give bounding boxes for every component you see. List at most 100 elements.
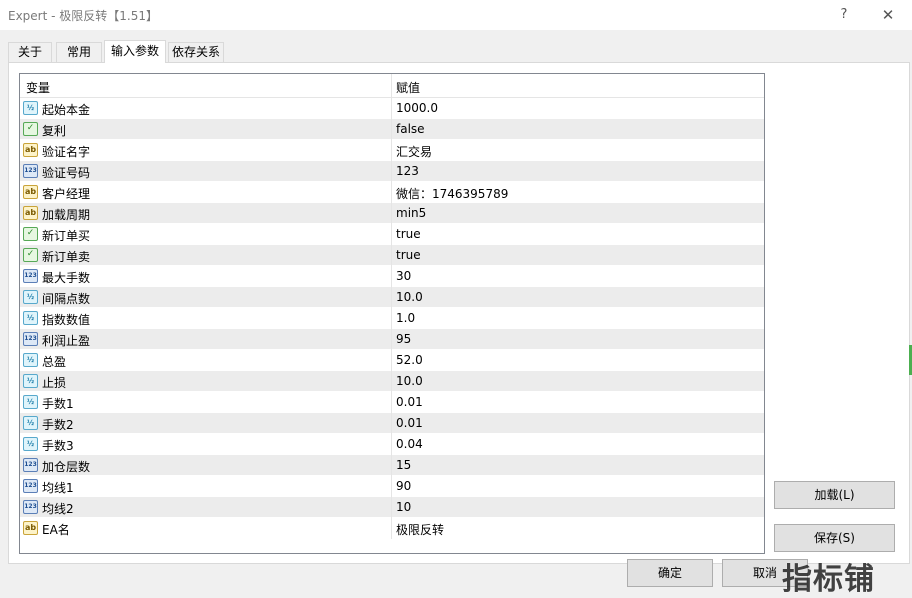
column-divider <box>391 518 392 539</box>
parameter-name: 指数数值 <box>42 313 91 327</box>
parameter-name: 总盈 <box>42 355 67 369</box>
close-icon[interactable]: ✕ <box>876 4 900 26</box>
string-type-icon: ab <box>23 143 38 157</box>
double-type-icon: ½ <box>23 395 38 409</box>
string-type-icon: ab <box>23 206 38 220</box>
parameter-value[interactable]: 0.01 <box>396 395 423 409</box>
int-type-icon: 123 <box>23 332 38 346</box>
parameter-row[interactable]: ✓ 复利 false <box>20 119 764 140</box>
header-divider[interactable] <box>391 74 392 98</box>
parameter-value[interactable]: false <box>396 122 425 136</box>
watermark-logo: 指标铺 <box>782 562 875 597</box>
parameter-name: 利润止盈 <box>42 334 91 348</box>
parameter-row[interactable]: 123 利润止盈 95 <box>20 329 764 350</box>
column-divider <box>391 182 392 203</box>
parameter-name: 起始本金 <box>42 103 91 117</box>
help-icon[interactable]: ? <box>832 4 856 26</box>
grid-header: 变量 赋值 <box>20 74 764 98</box>
parameter-row[interactable]: 123 均线1 90 <box>20 476 764 497</box>
parameter-row[interactable]: 123 均线2 10 <box>20 497 764 518</box>
column-divider <box>391 413 392 434</box>
parameter-row[interactable]: ½ 止损 10.0 <box>20 371 764 392</box>
parameter-row[interactable]: ✓ 新订单买 true <box>20 224 764 245</box>
parameter-name: 手数3 <box>42 439 74 453</box>
parameter-value[interactable]: 15 <box>396 458 411 472</box>
tab-inputs[interactable]: 输入参数 <box>104 40 166 63</box>
parameter-row[interactable]: ab 客户经理 微信：1746395789 <box>20 182 764 203</box>
grid-rows: ½ 起始本金 1000.0 ✓ 复利 false ab 验证名字 汇交易 123 验证号码 123 ab… <box>20 98 764 539</box>
parameter-row[interactable]: ½ 总盈 52.0 <box>20 350 764 371</box>
parameter-value[interactable]: 0.04 <box>396 437 423 451</box>
tab-dependencies[interactable]: 依存关系 <box>168 42 224 62</box>
column-divider <box>391 308 392 329</box>
parameter-value[interactable]: 52.0 <box>396 353 423 367</box>
parameter-value[interactable]: 1.0 <box>396 311 415 325</box>
double-type-icon: ½ <box>23 311 38 325</box>
tab-common[interactable]: 常用 <box>56 42 102 62</box>
parameter-name: 均线1 <box>42 481 74 495</box>
column-divider <box>391 329 392 350</box>
parameter-value[interactable]: 微信：1746395789 <box>396 185 508 202</box>
parameter-row[interactable]: ab 加载周期 min5 <box>20 203 764 224</box>
title-bar: Expert - 极限反转【1.51】 ? ✕ <box>0 0 912 30</box>
parameter-row[interactable]: ½ 手数1 0.01 <box>20 392 764 413</box>
parameter-row[interactable]: ½ 起始本金 1000.0 <box>20 98 764 119</box>
parameters-grid: 变量 赋值 ½ 起始本金 1000.0 ✓ 复利 false ab 验证名字 汇交易 123 验证号… <box>19 73 765 554</box>
column-divider <box>391 371 392 392</box>
parameter-value[interactable]: 10.0 <box>396 374 423 388</box>
parameter-row[interactable]: ½ 手数3 0.04 <box>20 434 764 455</box>
parameter-value[interactable]: 30 <box>396 269 411 283</box>
parameter-name: 加仓层数 <box>42 460 91 474</box>
int-type-icon: 123 <box>23 164 38 178</box>
parameter-row[interactable]: 123 验证号码 123 <box>20 161 764 182</box>
parameter-row[interactable]: ½ 手数2 0.01 <box>20 413 764 434</box>
bool-type-icon: ✓ <box>23 248 38 262</box>
int-type-icon: 123 <box>23 458 38 472</box>
parameter-name: 手数1 <box>42 397 74 411</box>
int-type-icon: 123 <box>23 500 38 514</box>
column-divider <box>391 119 392 140</box>
load-button[interactable]: 加载(L) <box>774 481 895 509</box>
tab-about[interactable]: 关于 <box>8 42 52 62</box>
bool-type-icon: ✓ <box>23 122 38 136</box>
ok-button[interactable]: 确定 <box>627 559 713 587</box>
parameter-value[interactable]: min5 <box>396 206 426 220</box>
parameter-value[interactable]: 0.01 <box>396 416 423 430</box>
parameter-name: 新订单买 <box>42 229 91 243</box>
parameter-name: EA名 <box>42 523 70 537</box>
parameter-row[interactable]: ab EA名 极限反转 <box>20 518 764 539</box>
parameter-value[interactable]: 95 <box>396 332 411 346</box>
parameter-value[interactable]: true <box>396 227 421 241</box>
double-type-icon: ½ <box>23 101 38 115</box>
window-title: Expert - 极限反转【1.51】 <box>8 9 159 23</box>
parameter-name: 间隔点数 <box>42 292 91 306</box>
parameter-value[interactable]: 10.0 <box>396 290 423 304</box>
column-divider <box>391 203 392 224</box>
parameter-value[interactable]: 123 <box>396 164 419 178</box>
parameter-name: 最大手数 <box>42 271 91 285</box>
parameter-name: 验证名字 <box>42 145 91 159</box>
parameter-row[interactable]: ½ 指数数值 1.0 <box>20 308 764 329</box>
column-divider <box>391 350 392 371</box>
header-variable[interactable]: 变量 <box>26 79 50 96</box>
parameter-row[interactable]: 123 加仓层数 15 <box>20 455 764 476</box>
parameter-row[interactable]: ab 验证名字 汇交易 <box>20 140 764 161</box>
parameter-row[interactable]: 123 最大手数 30 <box>20 266 764 287</box>
double-type-icon: ½ <box>23 353 38 367</box>
parameter-value[interactable]: 1000.0 <box>396 101 438 115</box>
parameter-value[interactable]: 10 <box>396 500 411 514</box>
double-type-icon: ½ <box>23 290 38 304</box>
bool-type-icon: ✓ <box>23 227 38 241</box>
column-divider <box>391 392 392 413</box>
parameter-row[interactable]: ✓ 新订单卖 true <box>20 245 764 266</box>
parameter-value[interactable]: 汇交易 <box>396 143 432 160</box>
parameter-value[interactable]: 极限反转 <box>396 521 444 538</box>
parameter-value[interactable]: 90 <box>396 479 411 493</box>
header-value[interactable]: 赋值 <box>396 79 420 96</box>
column-divider <box>391 497 392 518</box>
string-type-icon: ab <box>23 521 38 535</box>
parameter-value[interactable]: true <box>396 248 421 262</box>
save-button[interactable]: 保存(S) <box>774 524 895 552</box>
parameter-row[interactable]: ½ 间隔点数 10.0 <box>20 287 764 308</box>
column-divider <box>391 161 392 182</box>
